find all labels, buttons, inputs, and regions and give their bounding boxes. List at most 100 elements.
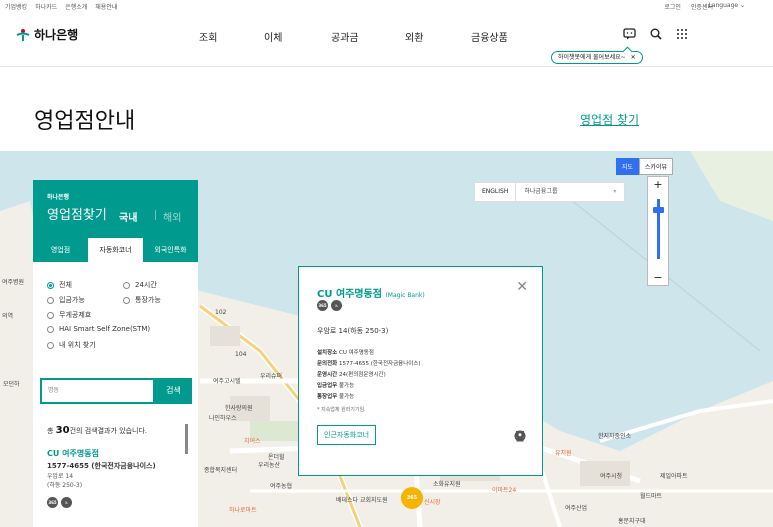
branch-map[interactable]: 지도 스카이뷰 + − ENGLISH 하나금융그룹 여주병원 의역 모던하 1… xyxy=(0,151,773,527)
all-menu-icon[interactable] xyxy=(676,28,688,43)
map-label: 치어스 xyxy=(244,438,261,445)
radio-deduction[interactable] xyxy=(47,311,54,319)
tab-foreigner[interactable]: 외국인특화 xyxy=(143,238,198,262)
domestic-toggle[interactable]: 국내 xyxy=(119,209,137,224)
toggle-divider xyxy=(155,210,156,220)
popup-title: CU 여주명동점 (Magic Bank) xyxy=(317,289,425,300)
link-login[interactable]: 로그인 xyxy=(664,2,681,11)
header-divider xyxy=(0,66,773,67)
accessibility-icon: ♿ xyxy=(61,497,72,508)
map-label: 여주산업 xyxy=(565,505,588,512)
map-type-toggle: 지도 스카이뷰 xyxy=(615,158,673,175)
find-branch-link[interactable]: 영업점 찾기 xyxy=(580,111,639,128)
search-icon[interactable] xyxy=(650,28,662,43)
language-select[interactable]: Language ⌄ xyxy=(708,2,745,9)
nearby-atm-button[interactable]: 인근자동화코너 xyxy=(317,425,377,445)
map-label: 신시장 xyxy=(424,499,441,506)
detail-row: 통장업무 불가능 xyxy=(317,394,355,400)
map-label: 104 xyxy=(235,351,247,358)
atm-365-icon: 365 xyxy=(317,300,328,311)
nav-transfer[interactable]: 이체 xyxy=(264,29,282,44)
map-label: 102 xyxy=(215,309,227,316)
filter-deduction[interactable]: 무게공제효 xyxy=(47,310,91,320)
result-item-phone: 1577-4655 (한국전자금융나이스) xyxy=(47,462,156,470)
nav-forex[interactable]: 외환 xyxy=(405,29,423,44)
radio-passbook[interactable] xyxy=(123,296,130,304)
map-type-skyview[interactable]: 스카이뷰 xyxy=(638,158,673,175)
map-label: 우리슈퍼 xyxy=(260,373,283,380)
overseas-toggle[interactable]: 해외 xyxy=(163,209,181,224)
logo-text: 하나은행 xyxy=(34,28,79,42)
close-icon[interactable]: ✕ xyxy=(631,52,636,63)
link-careers[interactable]: 채용안내 xyxy=(95,2,117,11)
link-hana-card[interactable]: 하나카드 xyxy=(35,2,57,11)
tab-branch[interactable]: 영업점 xyxy=(33,238,88,262)
atm-365-icon: 365 xyxy=(47,497,58,508)
filter-24h[interactable]: 24시간 xyxy=(123,280,157,290)
hana-logo-icon xyxy=(16,28,30,41)
filter-passbook[interactable]: 통장가능 xyxy=(123,295,161,305)
popup-subtitle: (Magic Bank) xyxy=(385,292,425,299)
detail-row: 입금업무 불가능 xyxy=(317,383,355,389)
zoom-handle[interactable] xyxy=(653,207,664,213)
map-label: 여주시청 xyxy=(600,473,623,480)
detail-row: 운영시간 24(편의점운영시간) xyxy=(317,372,386,378)
result-item-icons: 365 ♿ xyxy=(47,497,72,508)
filter-stm[interactable]: HAI Smart Self Zone(STM) xyxy=(47,325,150,333)
search-input[interactable]: 명동 xyxy=(40,378,155,404)
radio-deposit[interactable] xyxy=(47,296,54,304)
map-label: 나인하우스 xyxy=(209,415,237,422)
result-count: 총 30건의 검색결과가 있습니다. xyxy=(47,425,148,436)
zoom-in-button[interactable]: + xyxy=(648,178,668,191)
map-label: 모던하 xyxy=(3,381,20,388)
atm-location-pin[interactable]: 365 xyxy=(401,487,423,509)
map-label: 여주병원 xyxy=(2,279,25,286)
radio-my-location[interactable] xyxy=(47,341,54,349)
radio-all[interactable] xyxy=(47,281,54,289)
map-label: 월드마트 xyxy=(640,493,663,500)
detail-row: 설치장소 CU 여주명동점 xyxy=(317,350,374,356)
group-select[interactable]: 하나금융그룹 xyxy=(516,183,624,201)
popup-icons: 365 ♿ xyxy=(317,300,342,311)
chatbot-tooltip[interactable]: 하이챗봇에게 물어보세요~ ✕ xyxy=(551,51,643,64)
tab-atm-corner[interactable]: 자동화코너 xyxy=(88,238,143,262)
zoom-out-button[interactable]: − xyxy=(648,271,668,284)
map-label: 제일아파트 xyxy=(660,473,688,480)
map-language-bar: ENGLISH 하나금융그룹 xyxy=(474,182,626,202)
chatbot-icon[interactable] xyxy=(623,28,636,43)
radio-stm[interactable] xyxy=(47,325,54,333)
map-label: 소화유지원 xyxy=(433,481,461,488)
link-corporate-banking[interactable]: 기업뱅킹 xyxy=(5,2,27,11)
nav-financial-products[interactable]: 금융상품 xyxy=(471,29,508,44)
close-icon[interactable]: ✕ xyxy=(516,279,528,295)
map-label: 여주농협 xyxy=(270,483,293,490)
radio-24h[interactable] xyxy=(123,281,130,289)
finder-brand: 하나은행 xyxy=(47,194,70,201)
map-label: 하나로마트 xyxy=(229,507,257,514)
map-label: 종합복지센터 xyxy=(204,467,238,474)
popup-note: * 지속업체 원리기기임. xyxy=(317,407,366,413)
filter-deposit[interactable]: 입금가능 xyxy=(47,295,85,305)
map-label: 유치원 xyxy=(555,450,572,457)
page-title: 영업점안내 xyxy=(34,109,136,134)
filter-my-location[interactable]: 내 위치 찾기 xyxy=(47,340,96,350)
result-item-address: 우암로 14 (하동 250-3) xyxy=(47,473,83,489)
nav-inquiry[interactable]: 조회 xyxy=(199,29,217,44)
chatbot-tooltip-text: 하이챗봇에게 물어보세요~ xyxy=(558,54,626,61)
link-about-bank[interactable]: 은행소개 xyxy=(65,2,87,11)
english-button[interactable]: ENGLISH xyxy=(475,183,517,201)
popup-details: 설치장소 CU 여주명동점 문의전화 1577-4655 (한국전자금융나이스) 운… xyxy=(317,348,421,403)
hana-logo[interactable]: 하나은행 xyxy=(16,26,78,43)
result-item-name[interactable]: CU 여주명동점 xyxy=(47,448,99,459)
search-button[interactable]: 검색 xyxy=(155,378,192,404)
main-header: 하나은행 조회 이체 공과금 외환 금융상품 xyxy=(0,20,773,50)
nav-utility-bills[interactable]: 공과금 xyxy=(331,29,359,44)
accessibility-icon: ♿ xyxy=(331,300,342,311)
finder-title: 영업점찾기 xyxy=(47,208,107,223)
finder-tabs: 영업점 자동화코너 외국인특화 xyxy=(33,238,198,262)
result-scrollbar[interactable] xyxy=(185,424,188,454)
result-count-number: 30 xyxy=(55,425,70,436)
filter-all[interactable]: 전체 xyxy=(47,280,72,290)
map-type-map[interactable]: 지도 xyxy=(615,158,639,175)
zoom-control: + − xyxy=(647,176,669,286)
